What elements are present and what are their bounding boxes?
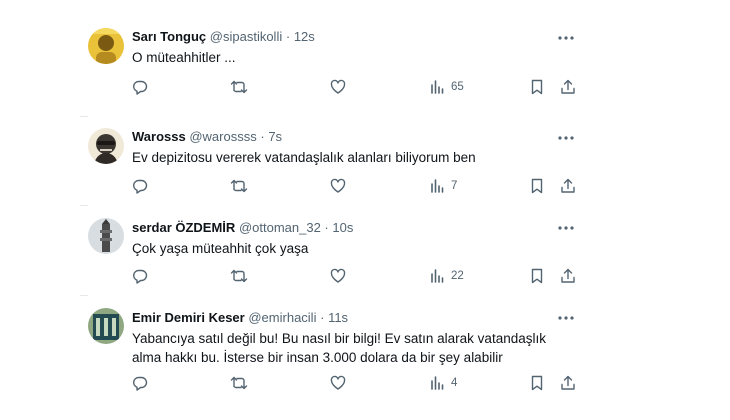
author-handle[interactable]: @sipastikolli [210, 29, 282, 44]
avatar[interactable] [88, 128, 124, 164]
share-icon [561, 79, 575, 94]
bookmark-button[interactable] [530, 78, 544, 96]
like-button[interactable] [330, 78, 346, 96]
retweet-icon [230, 179, 248, 193]
timestamp[interactable]: 11s [328, 310, 348, 325]
reply-icon [133, 80, 148, 95]
views-icon [431, 269, 444, 283]
share-button[interactable] [560, 78, 576, 96]
avatar[interactable] [88, 308, 124, 344]
views-icon [431, 376, 444, 390]
author-name[interactable]: Sarı Tonguç [132, 29, 206, 44]
views-button[interactable]: 22 [430, 267, 464, 285]
bookmark-icon [531, 79, 543, 95]
more-icon[interactable] [556, 130, 576, 146]
retweet-icon [230, 376, 248, 390]
views-icon [431, 80, 444, 94]
reply-button[interactable] [132, 267, 148, 285]
action-bar: 7 [132, 177, 582, 195]
like-button[interactable] [330, 267, 346, 285]
bookmark-icon [531, 178, 543, 194]
like-icon [330, 178, 346, 193]
tweet-text: Ev depizitosu vererek vatandaşlalık alan… [132, 150, 476, 165]
action-bar: 4 [132, 374, 582, 392]
views-count: 22 [451, 270, 464, 282]
timestamp[interactable]: 7s [268, 129, 282, 144]
more-icon[interactable] [556, 30, 576, 46]
views-count: 65 [451, 81, 464, 93]
share-icon [561, 375, 575, 390]
avatar[interactable] [88, 218, 124, 254]
reply-button[interactable] [132, 374, 148, 392]
tweet-text: Çok yaşa müteahhit çok yaşa [132, 241, 309, 256]
retweet-button[interactable] [230, 78, 248, 96]
timestamp[interactable]: 10s [332, 220, 353, 235]
reply-button[interactable] [132, 78, 148, 96]
author-handle[interactable]: @emirhacili [248, 310, 316, 325]
tweet[interactable]: Warosss @warossss · 7s Ev depizitosu ver… [88, 114, 590, 200]
reply-icon [133, 269, 148, 284]
bookmark-icon [531, 268, 543, 284]
retweet-button[interactable] [230, 374, 248, 392]
bookmark-icon [531, 375, 543, 391]
like-icon [330, 79, 346, 94]
share-button[interactable] [560, 374, 576, 392]
avatar[interactable] [88, 28, 124, 64]
reply-button[interactable] [132, 177, 148, 195]
tweet-text: O müteahhitler ... [132, 50, 236, 65]
share-button[interactable] [560, 177, 576, 195]
more-icon[interactable] [556, 220, 576, 236]
share-icon [561, 268, 575, 283]
share-button[interactable] [560, 267, 576, 285]
more-icon[interactable] [556, 310, 576, 326]
author-handle[interactable]: @warossss [189, 129, 256, 144]
action-bar: 22 [132, 267, 582, 285]
like-button[interactable] [330, 177, 346, 195]
views-button[interactable]: 7 [430, 177, 457, 195]
timestamp[interactable]: 12s [294, 29, 315, 44]
tweet[interactable]: Emir Demiri Keser @emirhacili · 11s Yaba… [88, 294, 590, 404]
tweet-text: Yabancıya satıl değil bu! Bu nasıl bir b… [132, 331, 546, 365]
tweet[interactable]: serdar ÖZDEMİR @ottoman_32 · 10s Çok yaş… [88, 204, 590, 292]
author-name[interactable]: Emir Demiri Keser [132, 310, 245, 325]
retweet-icon [230, 269, 248, 283]
separator-dot: · [285, 29, 291, 44]
action-bar: 65 [132, 78, 582, 96]
separator-dot: · [320, 310, 325, 325]
separator-dot: · [324, 220, 329, 235]
like-icon [330, 375, 346, 390]
views-count: 7 [451, 180, 458, 192]
author-name[interactable]: serdar ÖZDEMİR [132, 220, 235, 235]
author-name[interactable]: Warosss [132, 129, 186, 144]
views-button[interactable]: 4 [430, 374, 457, 392]
like-button[interactable] [330, 374, 346, 392]
reply-icon [133, 179, 148, 194]
bookmark-button[interactable] [530, 374, 544, 392]
retweet-button[interactable] [230, 267, 248, 285]
share-icon [561, 178, 575, 193]
views-count: 4 [451, 377, 458, 389]
bookmark-button[interactable] [530, 267, 544, 285]
bookmark-button[interactable] [530, 177, 544, 195]
views-icon [431, 179, 444, 193]
retweet-button[interactable] [230, 177, 248, 195]
like-icon [330, 268, 346, 283]
views-button[interactable]: 65 [430, 78, 464, 96]
separator-dot: · [260, 129, 265, 144]
author-handle[interactable]: @ottoman_32 [239, 220, 321, 235]
reply-icon [133, 376, 148, 391]
retweet-icon [230, 80, 248, 94]
tweet[interactable]: Sarı Tonguç @sipastikolli · 12s O müteah… [88, 14, 590, 102]
